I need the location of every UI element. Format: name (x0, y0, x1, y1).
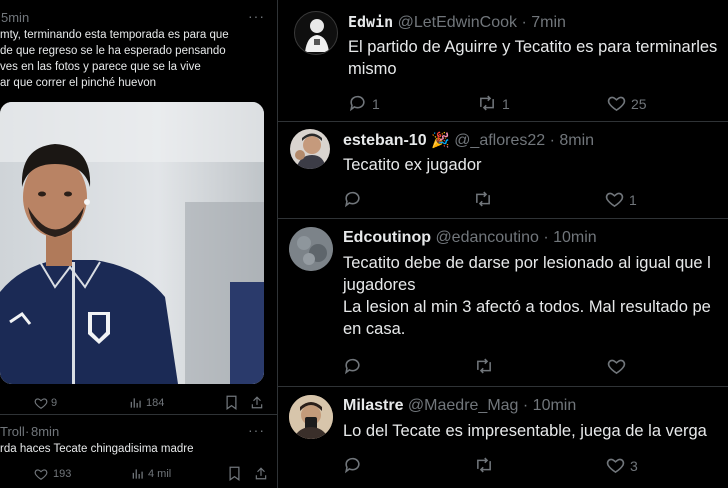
reply-text-line: jugadores (343, 276, 416, 294)
retweet-count: 1 (502, 96, 510, 112)
post-time: 8min (31, 424, 60, 439)
separator-dot: · (543, 229, 549, 246)
post-author[interactable]: Troll (0, 424, 25, 439)
retweet-icon[interactable] (474, 456, 494, 474)
like-icon[interactable] (606, 456, 625, 474)
views-icon[interactable] (131, 467, 145, 481)
bookmark-icon[interactable] (228, 466, 241, 481)
player-illustration (0, 102, 264, 384)
reply-text-line: Tecatito ex jugador (343, 156, 482, 174)
divider (278, 218, 728, 219)
reply-text-line: Tecatito debe de darse por lesionado al … (343, 254, 711, 272)
user-handle[interactable]: @LetEdwinCook (398, 14, 517, 31)
reply-text-line: en casa. (343, 320, 406, 338)
user-handle[interactable]: @_aflores22 (454, 132, 545, 149)
divider (0, 414, 277, 415)
retweet-icon[interactable] (477, 94, 497, 112)
like-icon[interactable] (605, 190, 624, 208)
reply-icon[interactable] (343, 456, 362, 474)
reply-icon[interactable] (343, 357, 362, 375)
display-name[interactable]: esteban-10 (343, 132, 427, 149)
reply-header: Edcoutinop @edancoutino · 10min (343, 229, 597, 247)
share-icon[interactable] (254, 466, 268, 481)
divider (278, 121, 728, 122)
reply-count: 1 (372, 96, 380, 112)
party-emoji: 🎉 (431, 132, 450, 149)
reply-time[interactable]: 10min (553, 229, 597, 246)
post-photo[interactable] (0, 102, 264, 384)
reply-time[interactable]: 10min (533, 397, 577, 414)
avatar[interactable] (289, 395, 333, 439)
avatar[interactable] (289, 227, 333, 271)
reply-text-line: La lesion al min 3 afectó a todos. Mal r… (343, 298, 711, 316)
bookmark-icon[interactable] (225, 395, 238, 410)
like-icon[interactable] (607, 357, 626, 375)
reply-time[interactable]: 8min (559, 132, 594, 149)
more-options-icon[interactable]: ··· (248, 8, 265, 24)
divider (278, 386, 728, 387)
reply-icon[interactable] (343, 190, 362, 208)
post-text-line: de que regreso se le ha esperado pensand… (0, 45, 226, 57)
reply-time[interactable]: 7min (531, 14, 566, 31)
user-handle[interactable]: @Maedre_Mag (408, 397, 519, 414)
separator-dot: · (521, 14, 527, 31)
column-divider (277, 0, 278, 488)
avatar[interactable] (294, 11, 338, 55)
user-handle[interactable]: @edancoutino (435, 229, 538, 246)
post-text-line: ar que correr el pinché huevon (0, 77, 156, 89)
reply-text-line: mismo (348, 60, 397, 78)
reply-header: esteban-10 🎉 @_aflores22 · 8min (343, 131, 594, 150)
more-options-icon[interactable]: ··· (248, 422, 265, 438)
display-name[interactable]: Edcoutinop (343, 229, 431, 246)
post-text: rda haces Tecate chingadisima madre (0, 443, 194, 455)
display-name[interactable]: Edwin (348, 13, 393, 31)
like-icon[interactable] (607, 94, 626, 112)
reply-text-line: El partido de Aguirre y Tecatito es para… (348, 38, 718, 56)
like-count: 1 (629, 192, 637, 208)
post-text-line: ves en las fotos y parece que se la vive (0, 61, 201, 73)
post-text-line: mty, terminando esta temporada es para q… (0, 29, 229, 41)
post-time: 5min (1, 10, 30, 25)
views-count: 4 mil (148, 468, 172, 480)
like-count: 3 (630, 458, 638, 474)
like-icon[interactable] (34, 467, 48, 481)
separator-dot: · (549, 132, 555, 149)
like-icon[interactable] (34, 396, 48, 410)
views-icon[interactable] (129, 396, 143, 410)
like-count: 9 (51, 397, 58, 409)
reply-header: Milastre @Maedre_Mag · 10min (343, 397, 576, 415)
separator-dot: · (522, 397, 529, 414)
left-post-column: 5min ··· mty, terminando esta temporada … (0, 0, 277, 488)
share-icon[interactable] (250, 395, 264, 410)
reply-icon[interactable] (348, 94, 367, 112)
reply-text-line: Lo del Tecate es impresentable, juega de… (343, 422, 707, 440)
like-count: 193 (53, 468, 72, 480)
like-count: 25 (631, 96, 647, 112)
separator-dot: · (25, 424, 30, 439)
views-count: 184 (146, 397, 165, 409)
retweet-icon[interactable] (473, 190, 493, 208)
retweet-icon[interactable] (474, 357, 494, 375)
display-name[interactable]: Milastre (343, 397, 403, 414)
reply-header: Edwin @LetEdwinCook · 7min (348, 13, 566, 32)
avatar[interactable] (290, 129, 330, 169)
